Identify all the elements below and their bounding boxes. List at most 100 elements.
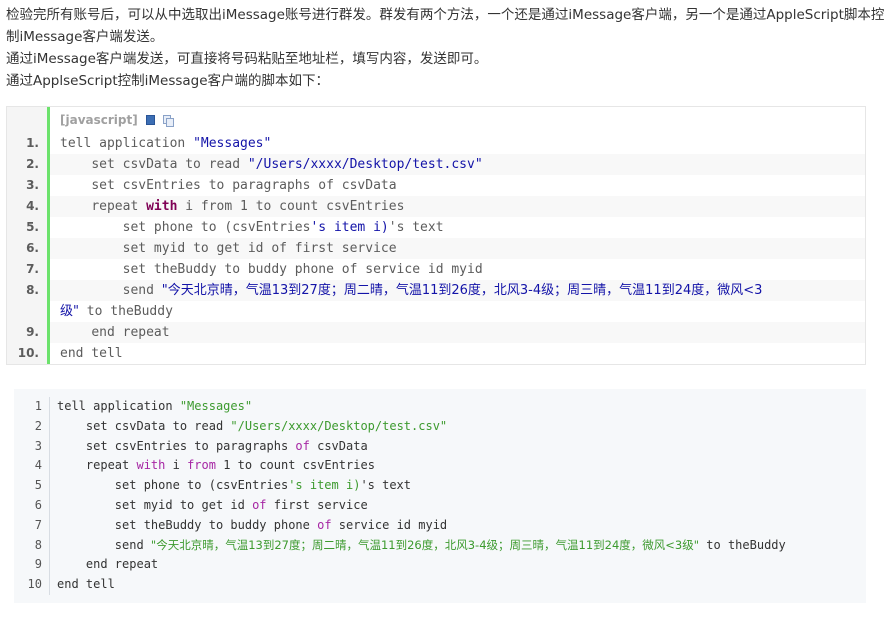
code-token: "今天北京晴，气温13到27度；周二晴，气温11到26度，北风3-4级；周三晴，… [161, 283, 763, 298]
line-code: end repeat [50, 555, 158, 575]
code-line: 5 set phone to (csvEntries's item i)'s t… [14, 476, 866, 496]
line-number [7, 301, 47, 322]
code-token: end tell [60, 346, 123, 361]
code-token: csvData [309, 438, 368, 453]
code-lines: 1. tell application "Messages" 2. set csvD… [7, 133, 865, 364]
code-token: 's text [360, 478, 412, 493]
code-token: end repeat [91, 325, 170, 340]
line-code: repeat with i from 1 to count csvEntries [47, 196, 865, 217]
line-code: set myid to get id of first service [50, 496, 368, 516]
line-code: set csvData to read "/Users/xxxx/Desktop… [47, 154, 865, 175]
code-line: 7 set theBuddy to buddy phone of service… [14, 515, 866, 536]
line-number: 10 [14, 575, 50, 595]
line-code: set theBuddy to buddy phone of service i… [50, 516, 447, 536]
line-code: send "今天北京晴，气温13到27度；周二晴，气温11到26度，北风3-4级… [50, 536, 786, 556]
code-token: with [136, 458, 166, 473]
code-token: to theBuddy [78, 304, 173, 319]
code-token: send [114, 537, 151, 552]
code-line: 7. set theBuddy to buddy phone of servic… [7, 259, 865, 280]
line-number: 9 [14, 555, 50, 576]
code-token: set theBuddy to buddy phone [114, 517, 318, 532]
line-number: 5 [14, 476, 50, 496]
view-source-icon[interactable] [145, 115, 155, 125]
code-token: repeat [85, 458, 137, 473]
line-number: 6 [14, 495, 50, 516]
line-code: set phone to (csvEntries's item i)'s tex… [47, 217, 865, 238]
code-line: 10. end tell [7, 343, 865, 364]
code-token: 1 to count csvEntries [215, 458, 375, 473]
code-token: 's text [388, 220, 444, 235]
code-line: 3. set csvEntries to paragraphs of csvDa… [7, 175, 865, 196]
code-token: "/Users/xxxx/Desktop/test.csv" [230, 418, 448, 433]
line-code: set csvEntries to paragraphs of csvData [47, 175, 865, 196]
article-body: 检验完所有账号后，可以从中选取出iMessage账号进行群发。群发有两个方法，一… [0, 0, 890, 603]
line-number: 1 [14, 397, 50, 417]
code-line: 9. end repeat [7, 322, 865, 343]
code-token: first service [266, 497, 368, 512]
code-lines-2: 1 tell application "Messages" 2 set csvDat… [14, 397, 866, 595]
code-line: 1 tell application "Messages" [14, 397, 866, 417]
line-number: 2 [14, 416, 50, 437]
code-line: 8 send "今天北京晴，气温13到27度；周二晴，气温11到26度，北风3-… [14, 535, 866, 556]
line-number: 1. [7, 133, 47, 154]
code-token: tell application [57, 399, 180, 413]
code-token: tell application [60, 136, 194, 151]
code-token: of [317, 517, 332, 532]
code-token: with [146, 199, 178, 214]
code-token: "/Users/xxxx/Desktop/test.csv" [247, 157, 483, 172]
line-code: set csvEntries to paragraphs of csvData [50, 437, 368, 457]
code-token: from [187, 458, 216, 473]
code-line: 5. set phone to (csvEntries's item i)'s … [7, 217, 865, 238]
toolbar-inner: [javascript] [47, 107, 865, 133]
line-code: end tell [47, 343, 865, 364]
code-toolbar: [javascript] [7, 107, 865, 133]
line-number: 8. [7, 280, 47, 301]
code-token: end tell [57, 577, 115, 592]
line-code: send "今天北京晴，气温13到27度；周二晴，气温11到26度，北风3-4级… [47, 280, 865, 301]
code-token: set csvEntries to paragraphs [85, 438, 296, 453]
line-number: 2. [7, 154, 47, 175]
code-block-syntaxhighlighter: [javascript] 1. tell application "Message… [6, 106, 866, 365]
code-token: "Messages" [193, 136, 272, 151]
line-code: set myid to get id of first service [47, 238, 865, 259]
method-paragraph: 通过iMessage客户端发送，可直接将号码粘贴至地址栏，填写内容，发送即可。 [6, 51, 488, 67]
line-code: set theBuddy to buddy phone of service i… [47, 259, 865, 280]
code-token: repeat [91, 199, 147, 214]
line-code: repeat with i from 1 to count csvEntries [50, 456, 375, 476]
code-token: i [165, 458, 188, 473]
line-code: set phone to (csvEntries's item i)'s tex… [50, 476, 411, 496]
line-number: 5. [7, 217, 47, 238]
code-line: 3 set csvEntries to paragraphs of csvDat… [14, 436, 866, 457]
code-token: i from 1 to count csvEntries [177, 199, 405, 214]
copy-icon[interactable] [162, 115, 174, 127]
code-token: "今天北京晴，气温13到27度；周二晴，气温11到26度，北风3-4级；周三晴，… [150, 537, 700, 552]
code-line: 6 set myid to get id of first service [14, 495, 866, 516]
code-token: set myid to get id of first service [122, 241, 397, 256]
language-label: [javascript] [60, 113, 138, 127]
code-line: 6. set myid to get id of first service [7, 238, 865, 259]
line-number: 4. [7, 196, 47, 217]
line-number: 10. [7, 343, 47, 364]
line-code: tell application "Messages" [50, 397, 252, 417]
line-code: end repeat [47, 322, 865, 343]
code-line: 2 set csvData to read "/Users/xxxx/Deskt… [14, 416, 866, 437]
code-token: "Messages" [179, 399, 253, 413]
line-code: set csvData to read "/Users/xxxx/Desktop… [50, 417, 447, 437]
code-token: set csvData to read [85, 418, 231, 433]
toolbar-gutter [7, 107, 47, 133]
code-token: of [252, 497, 267, 512]
code-token: 's item i) [310, 220, 389, 235]
code-token: set theBuddy to buddy phone of service i… [122, 262, 483, 277]
line-code: end tell [50, 575, 115, 595]
code-line: 级" to theBuddy [7, 301, 865, 322]
line-number: 6. [7, 238, 47, 259]
code-token: to theBuddy [699, 537, 786, 552]
script-intro-paragraph: 通过ApplseScript控制iMessage客户端的脚本如下： [6, 73, 330, 89]
line-number: 7 [14, 515, 50, 536]
line-number: 8 [14, 535, 50, 556]
code-token: set phone to (csvEntries [122, 220, 311, 235]
code-token: set myid to get id [114, 497, 253, 512]
code-token: 's item i) [288, 478, 361, 493]
code-line: 4 repeat with i from 1 to count csvEntri… [14, 456, 866, 477]
line-code: 级" to theBuddy [47, 301, 865, 322]
